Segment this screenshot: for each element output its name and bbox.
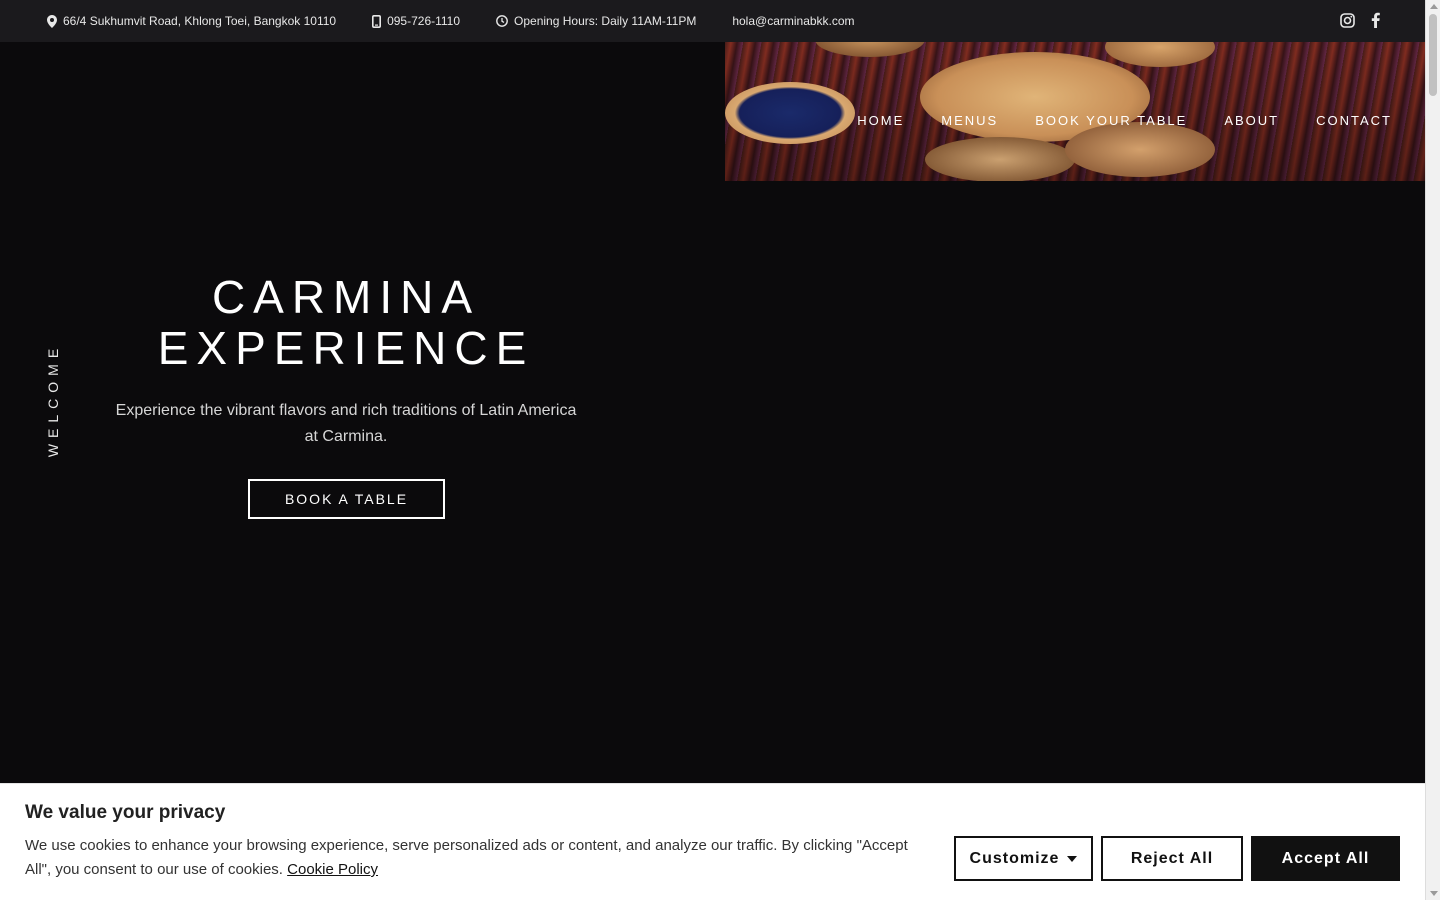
cookie-title: We value your privacy	[25, 802, 226, 823]
book-a-table-button[interactable]: BOOK A TABLE	[248, 479, 445, 519]
scroll-up-icon[interactable]	[1430, 4, 1438, 9]
caret-down-icon	[1067, 855, 1078, 862]
phone-text[interactable]: 095-726-1110	[387, 14, 460, 28]
hero-subtitle: Experience the vibrant flavors and rich …	[115, 402, 577, 445]
nav-contact[interactable]: CONTACT	[1316, 113, 1392, 128]
email-info[interactable]: hola@carminabkk.com	[732, 14, 854, 28]
welcome-text: WELCOME	[45, 342, 61, 458]
hours-text: Opening Hours: Daily 11AM-11PM	[514, 14, 697, 28]
cookie-consent-banner: We value your privacy We use cookies to …	[0, 783, 1425, 900]
hero-title-line2: EXPERIENCE	[157, 322, 535, 374]
reject-all-button[interactable]: Reject All	[1101, 836, 1243, 881]
cookie-policy-link[interactable]: Cookie Policy	[287, 861, 378, 878]
lamp-disc	[725, 82, 855, 144]
address-text: 66/4 Sukhumvit Road, Khlong Toei, Bangko…	[63, 14, 337, 28]
top-info-bar: 66/4 Sukhumvit Road, Khlong Toei, Bangko…	[0, 0, 1425, 42]
customize-button[interactable]: Customize	[954, 836, 1093, 881]
scroll-down-icon[interactable]	[1430, 891, 1438, 896]
facebook-icon[interactable]	[1371, 12, 1380, 28]
clock-icon	[496, 15, 508, 27]
lamp-disc	[925, 137, 1075, 181]
cookie-description: We use cookies to enhance your browsing …	[25, 837, 908, 878]
nav-about[interactable]: ABOUT	[1224, 113, 1279, 128]
customize-label: Customize	[969, 849, 1060, 867]
instagram-icon[interactable]	[1340, 12, 1355, 28]
header-photo	[725, 42, 1425, 181]
social-links	[1340, 12, 1380, 28]
main-nav: HOME MENUS BOOK YOUR TABLE ABOUT CONTACT	[857, 113, 1392, 128]
nav-home[interactable]: HOME	[857, 113, 904, 128]
welcome-side-label: WELCOME	[40, 340, 66, 460]
address-info: 66/4 Sukhumvit Road, Khlong Toei, Bangko…	[47, 14, 336, 28]
scrollbar-thumb[interactable]	[1429, 14, 1437, 96]
lamp-disc	[815, 42, 925, 57]
lamp-disc	[1105, 42, 1215, 67]
cookie-text: We use cookies to enhance your browsing …	[25, 834, 925, 882]
phone-info[interactable]: 095-726-1110	[372, 14, 460, 28]
page-scrollbar[interactable]	[1425, 0, 1440, 900]
hours-info: Opening Hours: Daily 11AM-11PM	[496, 14, 696, 28]
accept-all-button[interactable]: Accept All	[1251, 836, 1400, 881]
map-pin-icon	[47, 14, 57, 28]
mobile-phone-icon	[372, 14, 382, 28]
hero-title: CARMINA EXPERIENCE	[100, 272, 592, 374]
email-link[interactable]: hola@carminabkk.com	[732, 14, 854, 28]
lamp-disc	[1065, 122, 1215, 177]
hero-title-line1: CARMINA	[211, 271, 481, 323]
nav-menus[interactable]: MENUS	[941, 113, 998, 128]
nav-book-your-table[interactable]: BOOK YOUR TABLE	[1035, 113, 1187, 128]
